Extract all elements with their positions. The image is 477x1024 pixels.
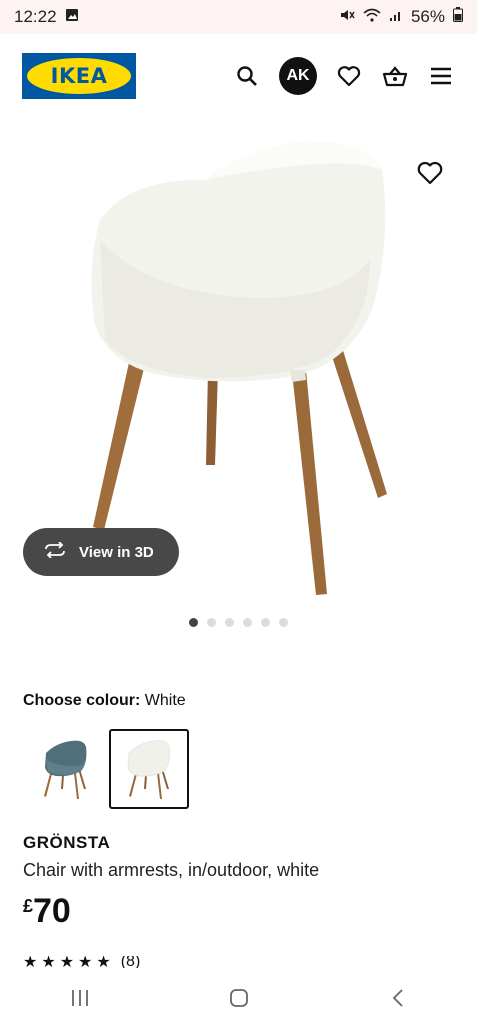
colour-option-blue[interactable]	[26, 729, 106, 809]
avatar-initials: AK	[286, 67, 310, 84]
carousel-dot[interactable]	[279, 618, 288, 627]
carousel-dot[interactable]	[207, 618, 216, 627]
status-bar: 12:22 56%	[0, 0, 477, 34]
carousel-dot[interactable]	[261, 618, 270, 627]
price-amount: 70	[33, 892, 71, 930]
menu-icon[interactable]	[427, 62, 455, 90]
home-icon[interactable]	[219, 983, 259, 1013]
wishlist-heart-icon[interactable]	[335, 62, 363, 90]
mute-icon	[339, 7, 355, 27]
star-icon: ★	[23, 956, 38, 968]
recent-apps-icon[interactable]	[60, 983, 100, 1013]
add-to-favourites-heart-icon[interactable]	[416, 160, 444, 188]
account-avatar[interactable]: AK	[279, 57, 317, 95]
image-carousel-indicator	[0, 618, 477, 627]
battery-icon	[453, 7, 463, 27]
star-icon: ★	[96, 956, 111, 968]
logo-text: IKEA	[50, 64, 108, 88]
carousel-dot[interactable]	[243, 618, 252, 627]
carousel-dot[interactable]	[189, 618, 198, 627]
view-in-3d-button[interactable]: View in 3D	[23, 528, 179, 576]
price-currency: £	[23, 896, 34, 916]
site-header: IKEA AK	[0, 34, 477, 118]
star-icon: ★	[41, 956, 56, 968]
selected-colour: White	[144, 692, 186, 709]
product-description: Chair with armrests, in/outdoor, white	[23, 860, 320, 880]
signal-icon	[389, 7, 403, 27]
rotate-3d-icon	[43, 541, 67, 562]
colour-option-white[interactable]	[109, 729, 189, 809]
wifi-icon	[363, 7, 381, 27]
gallery-notification-icon	[65, 7, 79, 27]
back-icon[interactable]	[378, 983, 418, 1013]
choose-colour-heading: Choose colour:	[23, 692, 141, 709]
review-count: (8)	[120, 956, 141, 968]
view-in-3d-label: View in 3D	[79, 543, 154, 561]
product-rating[interactable]: ★ ★ ★ ★ ★ (8)	[23, 956, 140, 968]
system-navigation-bar	[0, 972, 477, 1024]
product-name: GRÖNSTA	[23, 833, 111, 852]
carousel-dot[interactable]	[225, 618, 234, 627]
choose-colour-label: Choose colour: White	[23, 692, 186, 710]
product-price: £70	[23, 892, 71, 931]
ikea-logo[interactable]: IKEA	[22, 53, 136, 99]
shopping-basket-icon[interactable]	[381, 62, 409, 90]
star-icon: ★	[78, 956, 93, 968]
star-icon: ★	[59, 956, 75, 968]
battery-level: 56%	[410, 7, 445, 26]
status-time: 12:22	[14, 7, 57, 26]
search-icon[interactable]	[233, 62, 261, 90]
